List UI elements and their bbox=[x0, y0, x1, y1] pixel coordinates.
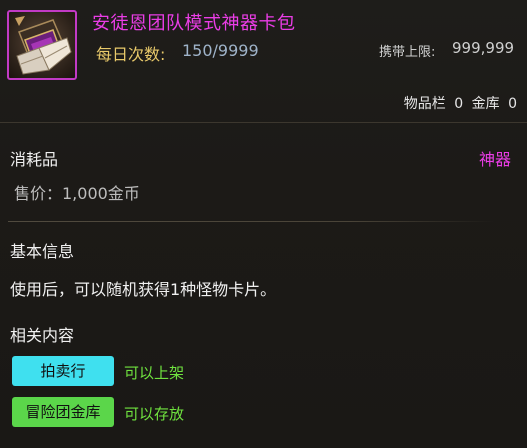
vault-count: 0 bbox=[508, 96, 517, 112]
carry-limit-label: 携带上限: bbox=[379, 45, 436, 60]
auction-house-status: 可以上架 bbox=[124, 364, 185, 382]
section-divider bbox=[8, 221, 496, 222]
basic-info-description: 使用后，可以随机获得1种怪物卡片。 bbox=[10, 280, 277, 299]
carry-limit-value: 999,999 bbox=[452, 39, 515, 57]
auction-house-button[interactable]: 拍卖行 bbox=[12, 356, 114, 386]
item-name: 安徒恩团队模式神器卡包 bbox=[92, 13, 296, 34]
inventory-label: 物品栏 bbox=[403, 96, 446, 112]
header-divider bbox=[0, 122, 527, 123]
item-tooltip: 安徒恩团队模式神器卡包 每日次数: 150/9999 携带上限: 999,999… bbox=[0, 0, 527, 448]
vault-label: 金库 bbox=[471, 96, 500, 112]
storage-counts: 物品栏 0 金库 0 bbox=[400, 93, 517, 113]
adventure-vault-status: 可以存放 bbox=[124, 405, 185, 423]
item-rarity: 神器 bbox=[478, 150, 511, 169]
item-category: 消耗品 bbox=[10, 150, 59, 169]
basic-info-title: 基本信息 bbox=[10, 242, 75, 261]
card-pack-icon bbox=[7, 10, 77, 80]
daily-uses-label: 每日次数: bbox=[96, 45, 166, 64]
related-content-title: 相关内容 bbox=[10, 326, 75, 345]
item-price: 售价：1,000金币 bbox=[14, 184, 140, 203]
tooltip-header: 安徒恩团队模式神器卡包 每日次数: 150/9999 携带上限: 999,999… bbox=[0, 0, 527, 120]
daily-uses-value: 150/9999 bbox=[182, 41, 259, 60]
adventure-vault-button[interactable]: 冒险团金库 bbox=[12, 397, 114, 427]
inventory-count: 0 bbox=[454, 96, 464, 112]
